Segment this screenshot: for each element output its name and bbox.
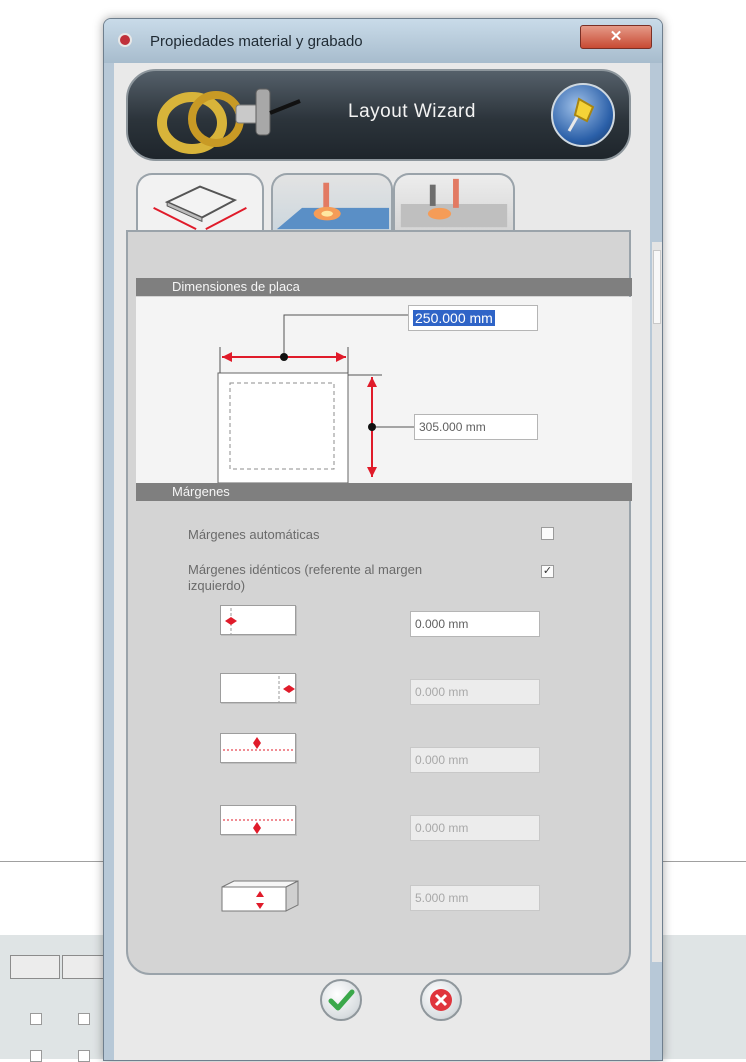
vertical-scrollbar[interactable] xyxy=(652,242,662,962)
section-title-margins: Márgenes xyxy=(172,484,230,499)
tab-laser[interactable] xyxy=(271,173,393,233)
properties-dialog: Propiedades material y grabado ✕ Layout … xyxy=(103,18,663,1061)
margin-right-input[interactable]: 0.000 mm xyxy=(410,679,540,705)
section-header-margins: Márgenes xyxy=(136,483,632,501)
banner-title: Layout Wizard xyxy=(348,101,476,122)
margin-left-input[interactable]: 0.000 mm xyxy=(410,611,540,637)
title-bar[interactable]: Propiedades material y grabado ✕ xyxy=(104,19,662,63)
background-tool-button-2[interactable] xyxy=(62,955,104,979)
background-tool-button[interactable] xyxy=(10,955,60,979)
margin-bottom-input[interactable]: 0.000 mm xyxy=(410,815,540,841)
plate-width-value: 250.000 mm xyxy=(413,310,495,326)
plate-width-input[interactable]: 250.000 mm xyxy=(408,305,538,331)
scrollbar-thumb[interactable] xyxy=(653,250,661,324)
app-icon xyxy=(118,33,132,47)
margin-left-icon xyxy=(220,605,296,635)
wizard-banner: Layout Wizard xyxy=(126,69,631,161)
window-title: Propiedades material y grabado xyxy=(150,33,363,50)
background-checkbox[interactable] xyxy=(78,1050,90,1062)
identical-margins-checkbox[interactable]: ✓ xyxy=(541,565,554,578)
thickness-input[interactable]: 5.000 mm xyxy=(410,885,540,911)
section-header-dimensions: Dimensiones de placa xyxy=(136,278,632,296)
identical-margins-label: Márgenes idénticos (referente al margen … xyxy=(188,562,423,593)
margin-top-input[interactable]: 0.000 mm xyxy=(410,747,540,773)
margin-bottom-icon xyxy=(220,805,296,835)
ok-button[interactable] xyxy=(320,979,362,1021)
laser-surface-icon xyxy=(276,182,390,230)
auto-margins-checkbox[interactable] xyxy=(541,527,554,540)
auto-margins-label: Márgenes automáticas xyxy=(188,527,320,542)
margin-right-icon xyxy=(220,673,296,703)
tab-dimensions[interactable] xyxy=(136,173,264,233)
laser-engraving-icon xyxy=(400,178,508,228)
cancel-x-icon xyxy=(430,989,452,1011)
plate-dimension-diagram xyxy=(217,314,414,483)
plate-dimensions-icon xyxy=(153,185,247,230)
plate-height-input[interactable]: 305.000 mm xyxy=(414,414,538,440)
tab-engraving[interactable] xyxy=(393,173,515,233)
checkmark-icon xyxy=(328,989,355,1011)
rings-logo-icon xyxy=(157,88,301,154)
margin-top-icon xyxy=(220,733,296,763)
thickness-icon xyxy=(220,879,300,919)
close-button[interactable]: ✕ xyxy=(580,25,652,49)
cancel-button[interactable] xyxy=(420,979,462,1021)
background-checkbox[interactable] xyxy=(30,1013,42,1025)
background-checkbox[interactable] xyxy=(78,1013,90,1025)
section-title-dimensions: Dimensiones de placa xyxy=(172,279,300,294)
pushpin-icon[interactable] xyxy=(551,83,615,147)
background-checkbox[interactable] xyxy=(30,1050,42,1062)
